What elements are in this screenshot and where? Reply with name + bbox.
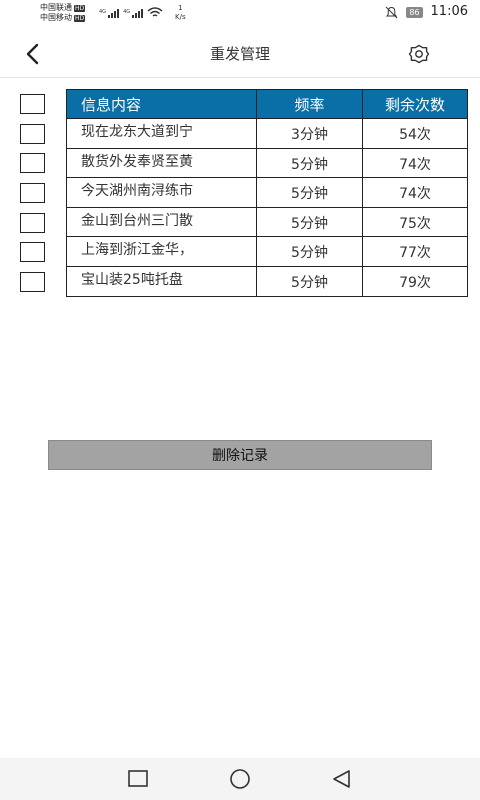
- cell-frequency: 5分钟: [256, 266, 362, 296]
- network-type: 4G: [123, 9, 131, 15]
- carrier-line-2: 中国移动 HD: [40, 13, 86, 23]
- page: 中国联通 HD 中国移动 HD 4G 4G 1 K/s 86 11:06 重发管…: [0, 0, 480, 800]
- row-checkbox-2[interactable]: [20, 153, 45, 173]
- cell-remaining: 75次: [362, 207, 467, 237]
- cell-frequency: 5分钟: [256, 207, 362, 237]
- carrier-info: 中国联通 HD 中国移动 HD: [40, 3, 86, 23]
- system-nav-bar: [0, 758, 480, 800]
- signal-icon: 4G: [123, 9, 144, 18]
- column-header-content: 信息内容: [81, 95, 142, 114]
- cell-remaining: 74次: [362, 178, 467, 207]
- settings-button[interactable]: [406, 42, 432, 66]
- cell-frequency: 5分钟: [256, 148, 362, 178]
- status-right: 86 11:06: [385, 4, 468, 20]
- row-checkbox-1[interactable]: [20, 124, 45, 144]
- table-row[interactable]: 金山到台州三门散 5分钟 75次: [67, 206, 467, 237]
- signal-icon: 4G: [99, 9, 120, 18]
- carrier-2: 中国移动: [40, 13, 72, 22]
- cell-content: 散货外发奉贤至黄: [81, 153, 193, 170]
- row-checkbox-6[interactable]: [20, 272, 45, 292]
- gear-icon: [408, 44, 430, 64]
- recent-apps-button[interactable]: [126, 768, 150, 790]
- cell-content: 今天湖州南浔练市: [81, 183, 193, 200]
- signal-group: 4G 4G: [99, 7, 163, 18]
- cell-remaining: 77次: [362, 237, 467, 266]
- mute-icon: [385, 6, 398, 18]
- table-row[interactable]: 今天湖州南浔练市 5分钟 74次: [67, 177, 467, 207]
- hd-badge: HD: [74, 4, 86, 12]
- cell-frequency: 5分钟: [256, 237, 362, 266]
- table-header: 信息内容 频率 剩余次数: [67, 90, 467, 118]
- network-type: 4G: [99, 9, 107, 15]
- row-checkbox-4[interactable]: [20, 213, 45, 233]
- square-icon: [128, 770, 148, 787]
- hd-badge: HD: [74, 14, 86, 22]
- circle-icon: [230, 769, 250, 789]
- select-all-checkbox[interactable]: [20, 94, 45, 114]
- triangle-back-icon: [333, 770, 350, 788]
- carrier-1: 中国联通: [40, 3, 72, 12]
- row-checkbox-5[interactable]: [20, 242, 45, 262]
- row-checkbox-3[interactable]: [20, 183, 45, 203]
- table-row[interactable]: 散货外发奉贤至黄 5分钟 74次: [67, 147, 467, 178]
- home-button[interactable]: [228, 768, 252, 790]
- cell-frequency: 3分钟: [256, 119, 362, 148]
- resend-table: 信息内容 频率 剩余次数 现在龙东大道到宁 3分钟 54次 散货外发奉贤至黄 5…: [66, 89, 468, 297]
- cell-frequency: 5分钟: [256, 178, 362, 207]
- cell-remaining: 74次: [362, 148, 467, 178]
- cell-content: 上海到浙江金华，: [81, 242, 193, 259]
- status-time: 11:06: [430, 4, 468, 19]
- wifi-icon: [147, 7, 163, 17]
- table-row[interactable]: 上海到浙江金华， 5分钟 77次: [67, 236, 467, 266]
- cell-remaining: 54次: [362, 119, 467, 148]
- cell-remaining: 79次: [362, 266, 467, 296]
- delete-records-label: 删除记录: [212, 448, 268, 464]
- nav-back-button[interactable]: [329, 768, 353, 790]
- header: 重发管理: [0, 28, 480, 78]
- status-bar: 中国联通 HD 中国移动 HD 4G 4G 1 K/s 86 11:06: [0, 0, 480, 28]
- table-row[interactable]: 现在龙东大道到宁 3分钟 54次: [67, 118, 467, 148]
- battery-indicator: 86: [406, 6, 423, 18]
- speed-unit: K/s: [175, 13, 186, 21]
- cell-content: 现在龙东大道到宁: [81, 124, 193, 140]
- network-speed: 1 K/s: [175, 4, 186, 22]
- column-header-frequency: 频率: [256, 90, 362, 118]
- table-row[interactable]: 宝山装25吨托盘 5分钟 79次: [67, 265, 467, 296]
- carrier-line-1: 中国联通 HD: [40, 3, 86, 13]
- cell-content: 金山到台州三门散: [81, 212, 193, 229]
- delete-records-button[interactable]: 删除记录: [48, 440, 432, 470]
- speed-value: 1: [178, 4, 183, 12]
- cell-content: 宝山装25吨托盘: [81, 271, 183, 288]
- column-header-remaining: 剩余次数: [362, 90, 467, 118]
